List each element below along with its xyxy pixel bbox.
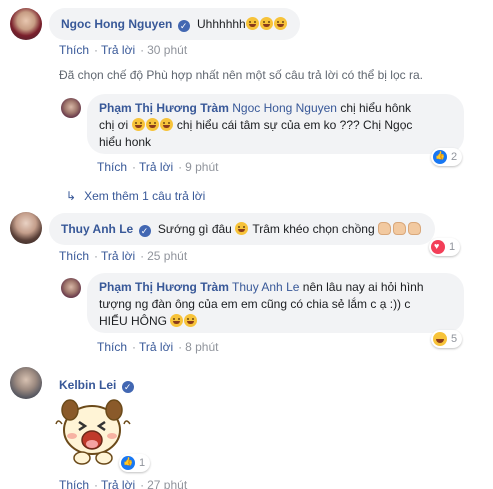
rofl-emoji-icon [259, 17, 273, 30]
timestamp[interactable]: 27 phút [147, 478, 187, 489]
rofl-emoji-icon [159, 118, 173, 131]
view-more-replies[interactable]: ↳ Xem thêm 1 câu trả lời [66, 189, 205, 203]
reaction-count: 5 [451, 333, 458, 345]
reply-text: HIỂU HÔNG [99, 314, 168, 328]
reply-bubble: Phạm Thị Hương Tràm Thuy Anh Le nên lâu … [87, 273, 464, 333]
reaction-summary[interactable]: 2 [431, 148, 463, 166]
comment-actions: Thích · Trả lời · 30 phút [59, 43, 188, 57]
timestamp[interactable]: 8 phút [185, 340, 218, 354]
rofl-emoji-icon [131, 118, 145, 131]
mention-link[interactable]: Ngoc Hong Nguyen [232, 101, 337, 115]
reply-text: nên lâu nay ai hỏi hình [302, 280, 424, 294]
reaction-summary[interactable]: 5 [431, 330, 463, 348]
comment-text: Sướng gì đâu [157, 222, 232, 236]
avatar[interactable] [10, 367, 42, 399]
reaction-count: 1 [449, 241, 456, 253]
comment-text: Trâm khéo chọn chồng [252, 222, 375, 236]
reply-bubble: Phạm Thị Hương Tràm Ngoc Hong Nguyen chị… [87, 94, 464, 154]
avatar[interactable] [61, 278, 81, 298]
verified-icon: ✓ [177, 20, 190, 32]
reaction-summary[interactable]: 1 [429, 238, 461, 256]
reply-link[interactable]: Trả lời [101, 249, 135, 263]
clap-emoji-icon [392, 222, 406, 235]
reaction-count: 2 [451, 151, 458, 163]
mention-link[interactable]: Thuy Anh Le [232, 280, 299, 294]
clap-emoji-icon [377, 222, 391, 235]
reply-text: chị hiểu hônk [340, 101, 412, 115]
clap-emoji-icon [407, 222, 421, 235]
timestamp[interactable]: 25 phút [147, 249, 187, 263]
reply-link[interactable]: Trả lời [101, 478, 135, 489]
avatar[interactable] [10, 8, 42, 40]
laughing-emoji-icon [170, 314, 184, 327]
verified-icon: ✓ [138, 225, 151, 237]
reply-link[interactable]: Trả lời [139, 160, 173, 174]
haha-reaction-icon [433, 332, 447, 346]
rofl-emoji-icon [145, 118, 159, 131]
like-link[interactable]: Thích [59, 249, 89, 263]
comment-actions: Thích · Trả lời · 27 phút [59, 478, 189, 489]
reaction-count: 1 [139, 457, 146, 469]
comment-header: Kelbin Lei ✓ [59, 378, 138, 393]
filter-note: Đã chọn chế độ Phù hợp nhất nên một số c… [59, 68, 423, 82]
like-link[interactable]: Thích [59, 478, 89, 489]
reply-link[interactable]: Trả lời [101, 43, 135, 57]
timestamp[interactable]: 30 phút [147, 43, 187, 57]
laughing-emoji-icon [184, 314, 198, 327]
avatar[interactable] [10, 212, 42, 244]
comment-bubble: Ngoc Hong Nguyen ✓ Uhhhhhh [49, 8, 300, 40]
reaction-summary[interactable]: 1 [119, 454, 151, 472]
like-link[interactable]: Thích [59, 43, 89, 57]
avatar[interactable] [61, 98, 81, 118]
rofl-emoji-icon [273, 17, 287, 30]
reply-text: hiểu honk [99, 135, 152, 149]
like-reaction-icon [433, 150, 447, 164]
comment-actions: Thích · Trả lời · 8 phút [97, 340, 219, 354]
like-link[interactable]: Thích [97, 340, 127, 354]
like-reaction-icon [121, 456, 135, 470]
timestamp[interactable]: 9 phút [185, 160, 218, 174]
comment-author[interactable]: Thuy Anh Le [61, 222, 133, 236]
rofl-emoji-icon [245, 17, 259, 30]
reply-author[interactable]: Phạm Thị Hương Tràm [99, 280, 229, 294]
reply-text: tượng ng đàn ông của em em cũng có chia … [99, 297, 411, 311]
comment-bubble: Thuy Anh Le ✓ Sướng gì đâu Trâm khéo chọ… [49, 213, 435, 245]
comment-author[interactable]: Ngoc Hong Nguyen [61, 17, 172, 31]
reply-text: chị hiểu cái tâm sự của em ko ??? Chị Ng… [176, 118, 413, 132]
comment-actions: Thích · Trả lời · 9 phút [97, 160, 219, 174]
comment-text: Uhhhhhh [197, 17, 246, 31]
reply-author[interactable]: Phạm Thị Hương Tràm [99, 101, 229, 115]
love-reaction-icon [431, 240, 445, 254]
like-link[interactable]: Thích [97, 160, 127, 174]
comment-author[interactable]: Kelbin Lei [59, 378, 116, 392]
reply-arrow-icon: ↳ [66, 189, 77, 203]
reply-text: chị ơi [99, 118, 129, 132]
reply-link[interactable]: Trả lời [139, 340, 173, 354]
comment-actions: Thích · Trả lời · 25 phút [59, 249, 188, 263]
laughing-emoji-icon [235, 222, 249, 235]
verified-icon: ✓ [121, 381, 134, 393]
